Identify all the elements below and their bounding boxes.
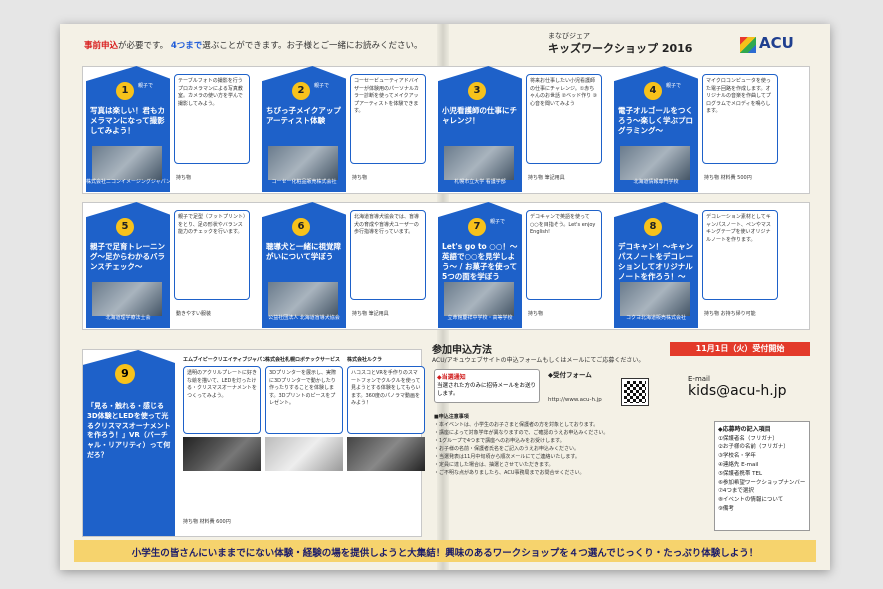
workshop-title: 「見る・触れる・感じる 3D体験とLEDを使って光るクリスマスオーナメントを作ろ… <box>87 402 171 459</box>
workshop-organizer: 株式会社ニコンイメージングジャパン <box>86 179 171 185</box>
photo <box>265 437 343 471</box>
application-title: 参加申込方法 <box>432 345 492 356</box>
workshop-organizer: 北海道情報専門学校 <box>633 179 679 185</box>
workshop-3: 3 小児看護師の仕事にチャレンジ！ 札幌市立大学 看護学部 将来お仕事したい小児看護師… <box>438 66 608 192</box>
photo <box>268 146 338 180</box>
workshop-description: テーブルフォトの撮影を行うプロカメラマンによる写真教室。カメラの使い方を学んで撮… <box>174 74 250 164</box>
workshop-9-sub-1: エムブイピークリエイティブジャパン 透明のアクリルプレートに好きな絵を描いて、L… <box>183 356 267 471</box>
workshop-organizer: コーセー化粧品販売株式会社 <box>271 179 337 185</box>
photo <box>92 282 162 316</box>
workshop-materials: 動きやすい服装 <box>176 311 212 317</box>
workshop-badge: 1 <box>116 82 134 100</box>
workshop-title: 電子オルゴールをつくろう～楽しく学ぶプログラミング～ <box>618 106 693 136</box>
application-notes: ■申込注意事項 ・本イベントは、小学生のお子さまと保護者の方を対象としております… <box>434 414 609 476</box>
workshop-title: キッズワークショップ 2016 <box>548 42 693 55</box>
workshop-9-sub-3: 株式会社ルクラ ハコスコとVRを手作りのスマートフォンでクルクルを使って見ようと… <box>347 356 425 471</box>
workshop-badge: 8 <box>644 218 662 236</box>
workshop-tag: 親子で <box>138 83 154 89</box>
required-fields-box: ◆応募時の記入項目 ①保護者名（フリガナ） ②お子様の名前（フリガナ） ③学校名… <box>714 421 810 531</box>
workshop-materials: 持ち物 筆記用具 <box>352 311 389 317</box>
workshop-materials: 持ち物 材料費 600円 <box>183 519 231 525</box>
workshop-materials: 持ち物 <box>176 175 192 181</box>
deadline-badge: 11月1日（火）受付開始 <box>670 342 810 356</box>
application-section: 参加申込方法 ACU/アキュウェブサイトの申込フォームもしくはメールにてご応募く… <box>426 339 816 537</box>
workshop-description: デコキャンで英語を使って○○を目指そう。Let's enjoy English! <box>526 210 602 300</box>
workshop-organizer: 立命館慶祥中学校・高等学校 <box>447 315 513 321</box>
workshop-title: 写真は楽しい！君もカメラマンになって撮影してみよう！ <box>90 106 165 136</box>
acu-logo: ACU <box>740 34 802 62</box>
workshop-tag: 親子で <box>666 83 682 89</box>
photo <box>347 437 425 471</box>
workshop-organizer: コクヨ北海道販売株式会社 <box>625 315 686 321</box>
workshop-description: 親子で足型（フットプリント）をとり、足の形状やバランス能力のチェックを行います。 <box>174 210 250 300</box>
header-note: 事前申込が必要です。 4つまで選ぶことができます。お子様とご一緒にお読みください… <box>84 41 423 51</box>
acu-logo-icon <box>740 37 756 53</box>
workshop-materials: 持ち物 材料費 500円 <box>704 175 752 181</box>
brochure-sheet: 事前申込が必要です。 4つまで選ぶことができます。お子様とご一緒にお読みください… <box>60 24 830 570</box>
workshop-2: 2 親子でちびっ子メイクアップアーティスト体験コーセー化粧品販売株式会社 コーセービ… <box>262 66 432 192</box>
workshop-title: 親子で足育トレーニング～足からわかるバランスチェック～ <box>90 242 165 272</box>
workshop-8: 8 デコキャン！～キャンパスノートをデコレーションしてオリジナルノートを作ろう！～… <box>614 202 784 328</box>
photo <box>444 146 514 180</box>
workshop-badge: 5 <box>116 218 134 236</box>
workshop-description: 北海道盲導犬協会では、盲導犬の育成や盲導犬ユーザーの歩行指導を行っています。 <box>350 210 426 300</box>
workshop-title: ちびっ子メイクアップアーティスト体験 <box>266 106 341 126</box>
qr-code-icon <box>621 378 649 406</box>
workshop-badge: 3 <box>468 82 486 100</box>
workshop-badge: 2 <box>292 82 310 100</box>
website-link[interactable]: http://www.acu-h.jp <box>548 397 602 403</box>
workshop-organizer: 札幌市立大学 看護学部 <box>454 179 506 185</box>
photo <box>92 146 162 180</box>
workshop-1: 1 親子で写真は楽しい！君もカメラマンになって撮影してみよう！ 株式会社ニコンイメー… <box>86 66 256 192</box>
email-address[interactable]: kids@acu-h.jp <box>688 383 786 399</box>
workshop-title: デコキャン！～キャンパスノートをデコレーションしてオリジナルノートを作ろう！～ <box>618 242 693 282</box>
workshop-description: コーセービューティアドバイザーが体験用のパーソナルカラー診断を使ってメイクアップ… <box>350 74 426 164</box>
photo <box>268 282 338 316</box>
workshop-materials: 持ち物 <box>352 175 368 181</box>
workshop-title: 小児看護師の仕事にチャレンジ！ <box>442 106 517 126</box>
workshop-organizer: 北海道理学療法士会 <box>105 315 151 321</box>
workshop-badge: 6 <box>292 218 310 236</box>
photo <box>183 437 261 471</box>
workshop-materials: 持ち物 筆記用具 <box>528 175 565 181</box>
workshop-7: 7 親子で Let's go to ○○！～英語で○○を見学しよう～ / お菓子を使… <box>438 202 608 328</box>
workshop-tag: 親子で <box>314 83 330 89</box>
workshop-materials: 持ち物 <box>528 311 544 317</box>
workshop-4: 4 親子で電子オルゴールをつくろう～楽しく学ぶプログラミング～ 北海道情報専門学校 マ… <box>614 66 784 192</box>
notification-box: ◆当選通知 当選された方のみに招待メールをお送りします。 <box>434 369 540 403</box>
workshop-tag: 親子で <box>490 219 506 225</box>
workshop-description: マイクロコンピュータを使った電子回路を作成します。オリジナルの音楽を作曲してプロ… <box>702 74 778 164</box>
workshop-badge: 7 <box>468 218 486 236</box>
workshop-description: デコレーション素材としてキャンパスノート、ペンやマスキングテープを使いオリジナル… <box>702 210 778 300</box>
photo <box>620 282 690 316</box>
workshop-badge: 4 <box>644 82 662 100</box>
workshop-9: 9 「見る・触れる・感じる 3D体験とLEDを使って光るクリスマスオーナメントを… <box>82 349 425 537</box>
photo <box>444 282 514 316</box>
workshop-badge: 9 <box>115 364 135 384</box>
workshop-organizer: 公益社団法人 北海道盲導犬協会 <box>268 315 340 321</box>
workshop-6: 6 聴導犬と一緒に視覚障がいについて学ぼう公益社団法人 北海道盲導犬協会 北海道盲導… <box>262 202 432 328</box>
workshop-description: 将来お仕事したい小児看護師の仕事にチャレンジ。①赤ちゃんのお世話 ②ベッド作り … <box>526 74 602 164</box>
workshop-materials: 持ち物 お持ち帰り可能 <box>704 311 756 317</box>
form-label: ◆受付フォーム <box>548 371 592 379</box>
workshop-9-sub-2: 株式会社札幌ロボテックサービス 3Dプリンターを展示し、実際に3Dプリンターで動… <box>265 356 343 471</box>
workshop-title: Let's go to ○○！～英語で○○を見学しよう～ / お菓子を使って5つ… <box>442 242 518 282</box>
workshop-5: 5 親子で足育トレーニング～足からわかるバランスチェック～ 北海道理学療法士会 親子で… <box>86 202 256 328</box>
workshop-title: 聴導犬と一緒に視覚障がいについて学ぼう <box>266 242 341 262</box>
bottom-banner: 小学生の皆さんにいままでにない体験・経験の場を提供しようと大集結！興味のあるワー… <box>74 540 816 562</box>
photo <box>620 146 690 180</box>
